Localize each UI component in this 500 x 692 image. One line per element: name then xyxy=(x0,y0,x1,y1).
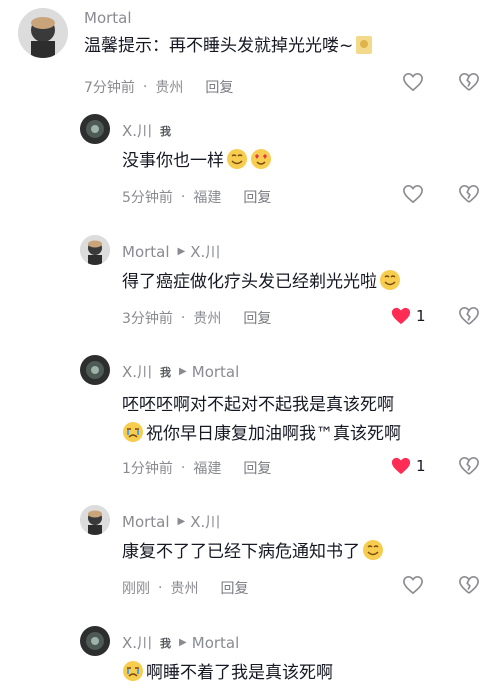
comment-location: 贵州 xyxy=(170,581,199,597)
comment-location: 贵州 xyxy=(193,311,222,327)
meta-separator: · xyxy=(180,460,186,476)
comment-text: 没事你也一样 xyxy=(122,146,272,180)
comment-text: 啊睡不着了我是真该死啊 xyxy=(122,658,333,692)
me-tag: 我 xyxy=(160,636,172,650)
comment-header: Mortal ▶ X.川 xyxy=(122,511,220,532)
heart-eyes-emoji-icon xyxy=(250,148,272,180)
comment-text-line: 祝你早日康复加油啊我™真该死啊 xyxy=(122,419,401,453)
reply-button[interactable]: 回复 xyxy=(243,187,271,207)
comment-meta: 3分钟前 · 贵州 回复 xyxy=(122,308,271,328)
dislike-button[interactable] xyxy=(458,456,480,480)
comment-meta: 7分钟前 · 贵州 回复 xyxy=(84,77,233,97)
comment-header: X.川 我 ▶ Mortal xyxy=(122,632,239,653)
meta-separator: · xyxy=(142,79,148,95)
reply-button[interactable]: 回复 xyxy=(220,578,248,598)
like-button[interactable]: 1 xyxy=(390,306,426,326)
avatar[interactable] xyxy=(80,505,110,535)
like-count: 1 xyxy=(416,307,426,325)
author-name[interactable]: X.川 xyxy=(122,632,152,653)
comment-time: 刚刚 xyxy=(122,581,150,597)
reply-button[interactable]: 回复 xyxy=(205,77,233,97)
like-count: 1 xyxy=(416,457,426,475)
reply-to-name[interactable]: X.川 xyxy=(190,511,220,532)
avatar[interactable] xyxy=(80,355,110,385)
reply-to-name[interactable]: X.川 xyxy=(190,241,220,262)
like-button[interactable] xyxy=(402,184,424,204)
author-name[interactable]: Mortal xyxy=(122,513,170,531)
author-name[interactable]: Mortal xyxy=(84,9,132,27)
comment-location: 福建 xyxy=(193,461,222,477)
comment-text: 得了癌症做化疗头发已经剃光光啦 xyxy=(122,267,401,301)
comment-text: 温馨提示：再不睡头发就掉光光喽~ xyxy=(84,31,373,65)
heart-outline-icon xyxy=(403,72,423,92)
comment-header: X.川 我 ▶ Mortal xyxy=(122,361,239,382)
dislike-button[interactable] xyxy=(458,575,480,599)
sticker-emoji-icon xyxy=(355,35,373,65)
reply-arrow-icon: ▶ xyxy=(179,366,187,377)
dislike-button[interactable] xyxy=(458,306,480,330)
avatar[interactable] xyxy=(80,626,110,656)
comment-time: 7分钟前 xyxy=(84,80,135,96)
reply-button[interactable]: 回复 xyxy=(243,458,271,478)
broken-heart-icon xyxy=(459,456,479,475)
comment-meta: 5分钟前 · 福建 回复 xyxy=(122,187,271,207)
comment-location: 福建 xyxy=(193,190,222,206)
broken-heart-icon xyxy=(459,575,479,594)
reply-arrow-icon: ▶ xyxy=(177,246,186,257)
comment-meta: 1分钟前 · 福建 回复 xyxy=(122,458,271,478)
heart-filled-icon xyxy=(391,457,411,475)
comment-header: Mortal xyxy=(84,9,132,27)
heart-outline-icon xyxy=(403,184,423,204)
smile-emoji-icon xyxy=(379,269,401,301)
heart-filled-icon xyxy=(391,307,411,325)
dislike-button[interactable] xyxy=(458,184,480,208)
author-name[interactable]: Mortal xyxy=(122,243,170,261)
smile-emoji-icon xyxy=(226,148,248,180)
dislike-button[interactable] xyxy=(458,72,480,96)
broken-heart-icon xyxy=(459,184,479,203)
meta-separator: · xyxy=(158,580,163,596)
smile-emoji-icon xyxy=(362,539,384,571)
avatar[interactable] xyxy=(18,8,68,58)
comment-text-line: 呸呸呸啊对不起对不起我是真该死啊 xyxy=(122,395,394,415)
comment-time: 1分钟前 xyxy=(122,461,173,477)
comment-location: 贵州 xyxy=(155,80,184,96)
avatar[interactable] xyxy=(80,114,110,144)
crying-emoji-icon xyxy=(122,660,144,692)
meta-separator: · xyxy=(180,310,186,326)
me-tag: 我 xyxy=(160,124,172,138)
like-button[interactable] xyxy=(402,72,424,92)
like-button[interactable]: 1 xyxy=(390,456,426,476)
reply-to-name[interactable]: Mortal xyxy=(192,634,240,652)
author-name[interactable]: X.川 xyxy=(122,361,152,382)
reply-arrow-icon: ▶ xyxy=(177,516,186,527)
author-name[interactable]: X.川 xyxy=(122,120,152,141)
broken-heart-icon xyxy=(459,306,479,325)
meta-separator: · xyxy=(180,189,186,205)
reply-to-name[interactable]: Mortal xyxy=(192,363,240,381)
crying-emoji-icon xyxy=(122,421,144,453)
heart-outline-icon xyxy=(403,575,423,595)
comment-header: Mortal ▶ X.川 xyxy=(122,241,220,262)
broken-heart-icon xyxy=(459,72,479,91)
reply-arrow-icon: ▶ xyxy=(179,637,187,648)
comment-time: 5分钟前 xyxy=(122,190,173,206)
reply-button[interactable]: 回复 xyxy=(243,308,271,328)
like-button[interactable] xyxy=(402,575,424,595)
comment-time: 3分钟前 xyxy=(122,311,173,327)
me-tag: 我 xyxy=(160,365,172,379)
comment-meta: 刚刚 · 贵州 回复 xyxy=(122,578,248,598)
comment-text: 康复不了了已经下病危通知书了 xyxy=(122,537,384,571)
avatar[interactable] xyxy=(80,235,110,265)
comment-header: X.川 我 xyxy=(122,120,171,141)
